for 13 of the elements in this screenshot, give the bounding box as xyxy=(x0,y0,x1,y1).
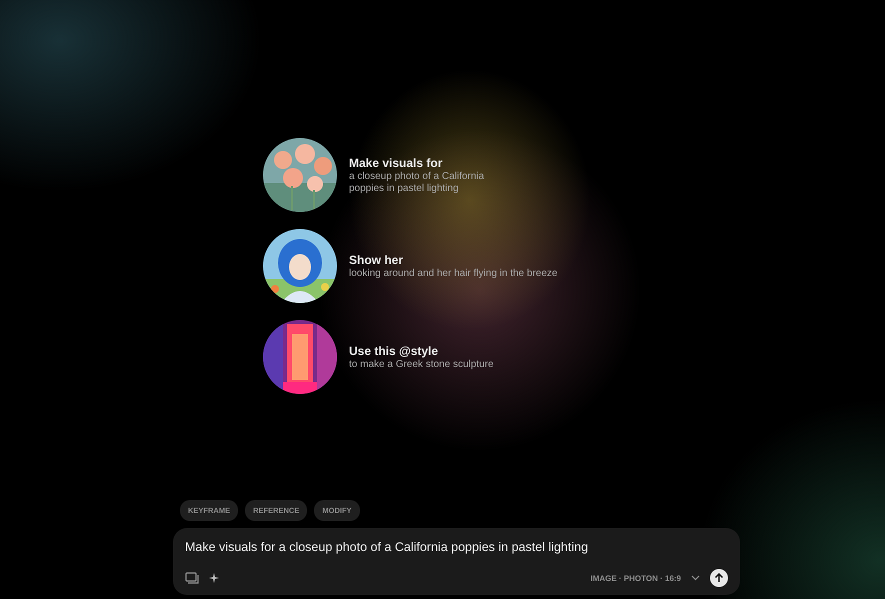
suggestion-title[interactable]: Make visuals for xyxy=(349,156,499,170)
suggestion-text: to make a Greek stone sculpture xyxy=(349,358,494,370)
suggestion-title[interactable]: Use this @style xyxy=(349,344,494,358)
prompt-field[interactable]: Make visuals for a closeup photo of a California poppies in pastel lighting xyxy=(185,539,728,555)
arrow-up-icon xyxy=(714,573,724,583)
image-icon[interactable] xyxy=(185,572,199,584)
suggestion-title[interactable]: Show her xyxy=(349,252,558,268)
suggestion-text: looking around and her hair flying in the breeze xyxy=(349,268,558,280)
send-button[interactable] xyxy=(710,569,728,587)
mode-selector[interactable]: IMAGE · PHOTON · 16:9 xyxy=(590,574,681,582)
sparkle-icon[interactable] xyxy=(209,573,219,583)
chevron-icon[interactable] xyxy=(691,575,700,581)
suggestion-text: a closeup photo of a California poppies in pastel lighting xyxy=(349,170,486,194)
